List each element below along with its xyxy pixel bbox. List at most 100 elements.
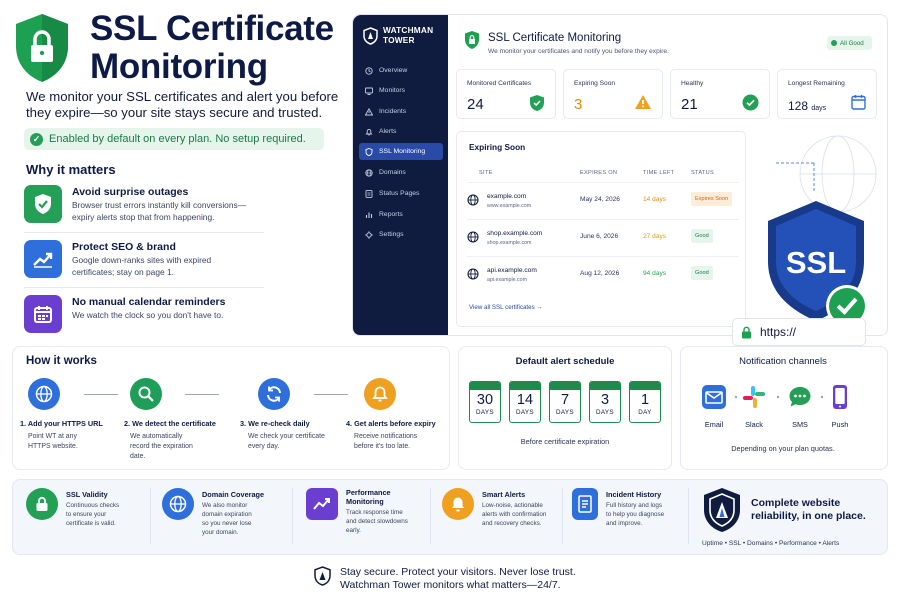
reliability-footer: Uptime • SSL • Domains • Performance • A…: [702, 540, 840, 547]
https-text: https://: [760, 325, 797, 339]
shield-icon: [314, 566, 331, 586]
dot-separator: [776, 395, 780, 399]
status-badge: Expires Soon: [691, 192, 733, 206]
warning-icon: [635, 95, 651, 109]
sidebar-item-overview[interactable]: Overview: [359, 62, 443, 79]
why-item-calendar: No manual calendar reminders We watch th…: [24, 295, 264, 343]
notification-channels-title: Notification channels: [739, 356, 827, 367]
row-url: www.example.com: [487, 203, 532, 209]
globe-icon: [467, 194, 479, 206]
why-item-desc: certificates; stay on page 1.: [72, 267, 174, 277]
stat-label: Monitored Certificates: [467, 80, 532, 87]
feature-desc: Track response time and detect slowdowns e…: [346, 509, 408, 534]
feature-title: Performance Monitoring: [346, 488, 391, 506]
brand: WATCHMAN TOWER: [363, 25, 433, 45]
stat-label: Longest Remaining: [788, 80, 845, 87]
sidebar-item-monitors[interactable]: Monitors: [359, 82, 443, 99]
pages-icon: [365, 189, 373, 198]
status-badge: All Good: [827, 36, 872, 50]
feature-ssl-validity: SSL Validity Continuous checks to ensure …: [26, 488, 119, 528]
app-title: SSL Certificate Monitoring: [488, 32, 622, 44]
why-item-title: Avoid surprise outages: [72, 186, 189, 198]
why-item-desc: We watch the clock so you don't have to.: [72, 310, 224, 320]
alert-schedule-footer: Before certificate expiration: [520, 437, 610, 446]
shield-check-icon: [530, 95, 544, 111]
step-desc: Receive notifications before it's too lat…: [354, 433, 418, 450]
shield-icon: [365, 147, 373, 156]
globe-icon: [28, 378, 60, 410]
step-arrow: [84, 394, 118, 395]
why-item-desc: expiry alerts stop that from happening.: [72, 212, 215, 222]
email-icon: [702, 385, 726, 409]
warning-icon: [365, 107, 373, 115]
stat-value: 128: [788, 99, 809, 113]
sidebar-item-label: Monitors: [379, 87, 406, 94]
check-icon: ✓: [30, 132, 43, 146]
column-header: EXPIRES ON: [580, 170, 618, 176]
calendar-day: 14 DAYS: [509, 381, 541, 423]
sidebar-item-label: Status Pages: [379, 190, 420, 197]
divider: [430, 488, 431, 544]
enabled-pill-text: Enabled by default on every plan. No set…: [49, 133, 306, 145]
table-row[interactable]: api.example.com api.example.com Aug 12, …: [467, 256, 739, 293]
app-main: SSL Certificate Monitoring We monitor yo…: [448, 15, 887, 335]
step-arrow: [185, 394, 219, 395]
calendar-day: 3 DAYS: [589, 381, 621, 423]
alert-schedule-title: Default alert schedule: [515, 356, 615, 367]
stat-card-expiring: Expiring Soon 3: [563, 69, 663, 119]
shield-lock-icon: [16, 14, 68, 82]
stat-value: 24: [467, 96, 484, 113]
sidebar-item-status-pages[interactable]: Status Pages: [359, 185, 443, 202]
step-title: 3. We re-check daily: [240, 419, 310, 428]
chart-up-icon: [24, 240, 62, 278]
row-time-left: 27 days: [643, 233, 667, 240]
reports-icon: [365, 212, 373, 218]
sidebar-item-label: Incidents: [379, 108, 407, 115]
gear-icon: [365, 230, 373, 239]
sidebar-item-label: Domains: [379, 169, 406, 176]
feature-domain-coverage: Domain Coverage We also monitor domain ex…: [162, 488, 264, 537]
channel-push: Push: [822, 384, 858, 429]
notification-channels-footer: Depending on your plan quotas.: [731, 444, 835, 453]
stat-card-monitored: Monitored Certificates 24: [456, 69, 556, 119]
sidebar-item-ssl-monitoring[interactable]: SSL Monitoring: [359, 143, 443, 160]
panel-title: Expiring Soon: [469, 142, 526, 152]
sidebar-item-settings[interactable]: Settings: [359, 226, 443, 243]
stat-value: 21: [681, 96, 698, 113]
globe-icon: [365, 168, 373, 177]
feature-desc: We also monitor domain expiration so you n…: [202, 502, 252, 536]
sidebar-item-alerts[interactable]: Alerts: [359, 123, 443, 140]
row-expires: June 6, 2026: [580, 233, 619, 240]
table-row[interactable]: example.com www.example.com May 24, 2026…: [467, 182, 739, 219]
view-all-link[interactable]: View all SSL certificates →: [469, 304, 543, 311]
step-desc: Point WT at any HTTPS website.: [28, 433, 78, 450]
sidebar-item-label: Reports: [379, 211, 403, 218]
channel-label: Slack: [745, 420, 763, 429]
ssl-shield-text: SSL: [786, 245, 846, 280]
history-icon: [572, 488, 598, 520]
sidebar-item-label: SSL Monitoring: [379, 148, 426, 155]
sidebar-item-domains[interactable]: Domains: [359, 164, 443, 181]
hero-subtitle: We monitor your SSL certificates and ale…: [26, 89, 339, 120]
feature-smart-alerts: Smart Alerts Low-noise, actionable alerts…: [442, 488, 546, 528]
step-title: 2. We detect the certificate: [124, 419, 216, 428]
channel-label: Push: [831, 420, 849, 429]
feature-incident-history: Incident History Full history and logs to…: [572, 488, 664, 528]
why-item-seo: Protect SEO & brand Google down-ranks si…: [24, 240, 264, 288]
feature-title: Incident History: [606, 490, 662, 499]
stat-unit: days: [811, 105, 827, 112]
app-subtitle: We monitor your certificates and notify …: [488, 48, 669, 55]
row-host: example.com: [487, 193, 527, 200]
sidebar-item-reports[interactable]: Reports: [359, 206, 443, 223]
how-it-works-title: How it works: [26, 355, 97, 367]
footer-tagline: Watchman Tower monitors what matters—24/…: [340, 579, 561, 591]
row-url: api.example.com: [487, 277, 528, 283]
sidebar-item-incidents[interactable]: Incidents: [359, 103, 443, 120]
slack-icon: [743, 386, 765, 408]
stat-card-healthy: Healthy 21: [670, 69, 770, 119]
why-item-title: Protect SEO & brand: [72, 241, 176, 253]
check-circle-icon: [742, 94, 759, 111]
table-row[interactable]: shop.example.com shop.example.com June 6…: [467, 219, 739, 256]
calendar-day: 7 DAYS: [549, 381, 581, 423]
feature-title: SSL Validity: [66, 490, 108, 499]
